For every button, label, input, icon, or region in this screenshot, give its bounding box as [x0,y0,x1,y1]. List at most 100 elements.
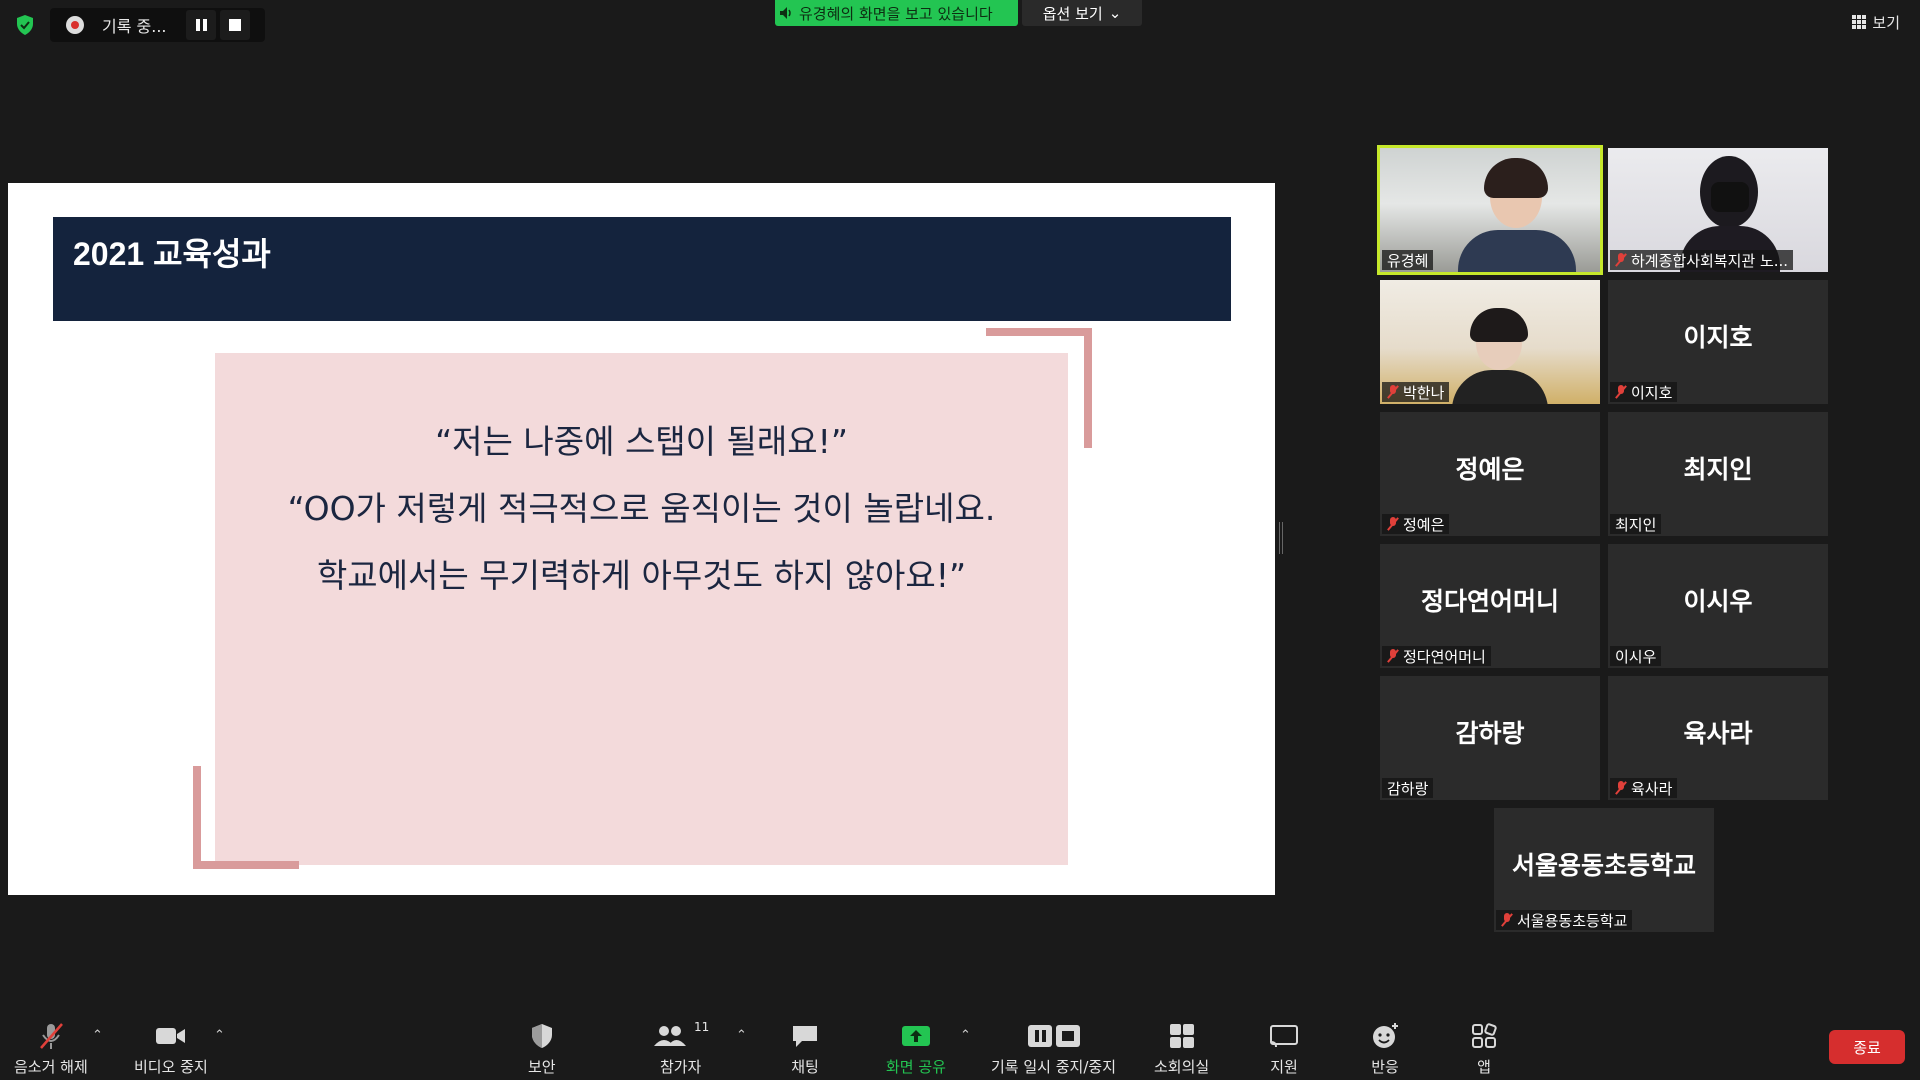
breakout-rooms-label: 소회의실 [1154,1058,1210,1076]
participant-center-name: 이지호 [1683,323,1753,352]
muted-mic-icon [1387,649,1399,663]
participant-name-label: 육사라 [1610,778,1678,798]
audio-options-caret[interactable]: ⌃ [92,1028,103,1043]
cast-icon [1268,1020,1300,1052]
view-button[interactable]: 보기 [1842,8,1910,36]
meeting-toolbar: 음소거 해제 ⌃ 비디오 중지 ⌃ 보안 11 참가자 ⌃ 채팅 화면 공유 ⌃… [0,1008,1920,1080]
muted-mic-icon [36,1020,66,1052]
support-button[interactable]: 지원 [1268,1020,1300,1077]
participant-center-name: 정다연어머니 [1420,587,1559,616]
panel-resize-handle[interactable] [1279,522,1283,554]
participant-tile[interactable]: 육사라 육사라 [1608,676,1828,800]
security-label: 보안 [528,1058,556,1076]
participant-center-name: 감하랑 [1455,719,1525,748]
muted-mic-icon [1387,517,1399,531]
participant-name-label: 정예은 [1382,514,1450,534]
participants-count: 11 [694,1020,710,1034]
recording-icon [66,16,84,34]
reactions-button[interactable]: 반응 [1370,1020,1400,1077]
decor-corner [193,861,299,869]
unmute-button[interactable]: 음소거 해제 [14,1020,88,1077]
chat-label: 채팅 [791,1058,819,1076]
participant-name-label: 서울용동초등학교 [1496,910,1633,930]
muted-mic-icon [1615,385,1627,399]
participant-tile[interactable]: 이지호 이지호 [1608,280,1828,404]
muted-mic-icon [1615,253,1627,267]
decor-corner [193,766,201,869]
participant-name-label: 최지인 [1610,514,1662,534]
video-camera-icon [154,1020,188,1052]
participants-options-caret[interactable]: ⌃ [736,1028,747,1043]
unmute-label: 음소거 해제 [14,1058,88,1076]
view-label: 보기 [1872,13,1900,32]
participant-tile[interactable]: 하계종합사회복지관 노... [1608,148,1828,272]
view-options-label: 옵션 보기 [1042,4,1103,23]
participant-name-label: 박한나 [1382,382,1450,402]
participant-center-name: 정예은 [1455,455,1525,484]
participant-tile[interactable]: 유경혜 [1377,145,1603,275]
stop-recording-button[interactable] [220,10,250,40]
stop-video-button[interactable]: 비디오 중지 [134,1020,208,1077]
pause-recording-button[interactable] [186,10,216,40]
stop-video-label: 비디오 중지 [134,1058,208,1076]
participant-center-name: 육사라 [1683,719,1753,748]
participant-center-name: 최지인 [1683,455,1753,484]
support-label: 지원 [1270,1058,1298,1076]
share-banner-text: 유경혜의 화면을 보고 있습니다 [799,4,993,23]
breakout-rooms-icon [1168,1020,1196,1052]
quote-line: “OO가 저렇게 적극적으로 움직이는 것이 놀랍네요. [287,489,996,528]
participant-tile[interactable]: 서울용동초등학교 서울용동초등학교 [1494,808,1714,932]
quote-box: “저는 나중에 스탭이 될래요!” “OO가 저렇게 적극적으로 움직이는 것이… [215,353,1068,865]
recording-label: 기록 중... [102,17,167,36]
stop-icon [229,19,241,31]
participant-name-label: 하계종합사회복지관 노... [1610,250,1794,270]
participants-label: 참가자 [659,1058,702,1076]
participant-tile[interactable]: 정다연어머니 정다연어머니 [1380,544,1600,668]
apps-icon [1470,1020,1498,1052]
view-options-dropdown[interactable]: 옵션 보기 ⌄ [1022,0,1142,26]
participant-tile[interactable]: 박한나 [1380,280,1600,404]
share-screen-label: 화면 공유 [886,1058,946,1076]
participant-name-label: 감하랑 [1382,778,1434,798]
participant-tile[interactable]: 정예은 정예은 [1380,412,1600,536]
pause-stop-recording-label: 기록 일시 중지/중지 [991,1058,1116,1076]
participant-name-label: 정다연어머니 [1382,646,1491,666]
quote-line: “저는 나중에 스탭이 될래요!” [435,422,848,461]
participant-tile[interactable]: 감하랑 감하랑 [1380,676,1600,800]
share-options-caret[interactable]: ⌃ [960,1028,971,1043]
participants-icon: 11 [652,1020,709,1052]
security-button[interactable]: 보안 [528,1020,556,1077]
chevron-down-icon: ⌄ [1108,4,1122,22]
share-screen-icon [900,1020,932,1052]
screen-share-banner: 유경혜의 화면을 보고 있습니다 [775,0,1018,26]
shield-icon [529,1020,555,1052]
video-options-caret[interactable]: ⌃ [214,1028,225,1043]
recording-indicator: 기록 중... [50,8,265,42]
apps-label: 앱 [1477,1058,1491,1076]
pause-icon [195,19,207,31]
breakout-rooms-button[interactable]: 소회의실 [1154,1020,1209,1077]
shared-screen: 2021 교육성과 “저는 나중에 스탭이 될래요!” “OO가 저렇게 적극적… [8,183,1275,895]
grid-icon [1852,15,1867,29]
slide-header: 2021 교육성과 [53,217,1231,321]
chat-bubble-icon [790,1020,820,1052]
participant-tile[interactable]: 최지인 최지인 [1608,412,1828,536]
share-screen-button[interactable]: 화면 공유 [886,1020,946,1077]
muted-mic-icon [1501,913,1513,927]
chat-button[interactable]: 채팅 [790,1020,820,1077]
muted-mic-icon [1387,385,1399,399]
participant-center-name: 이시우 [1683,587,1753,616]
end-meeting-button[interactable]: 종료 [1829,1030,1905,1064]
participant-name-label: 유경혜 [1382,250,1434,270]
slide-title: 2021 교육성과 [73,236,271,272]
security-shield-icon[interactable] [14,14,36,36]
apps-button[interactable]: 앱 [1470,1020,1498,1077]
participants-button[interactable]: 11 참가자 [652,1020,709,1077]
reactions-label: 반응 [1371,1058,1399,1076]
pause-stop-icon [1024,1020,1084,1052]
participant-tile[interactable]: 이시우 이시우 [1608,544,1828,668]
decor-corner [986,328,1092,336]
pause-stop-recording-button[interactable]: 기록 일시 중지/중지 [991,1020,1116,1077]
smiley-icon [1370,1020,1400,1052]
quote-line: 학교에서는 무기력하게 아무것도 하지 않아요!” [316,556,967,595]
